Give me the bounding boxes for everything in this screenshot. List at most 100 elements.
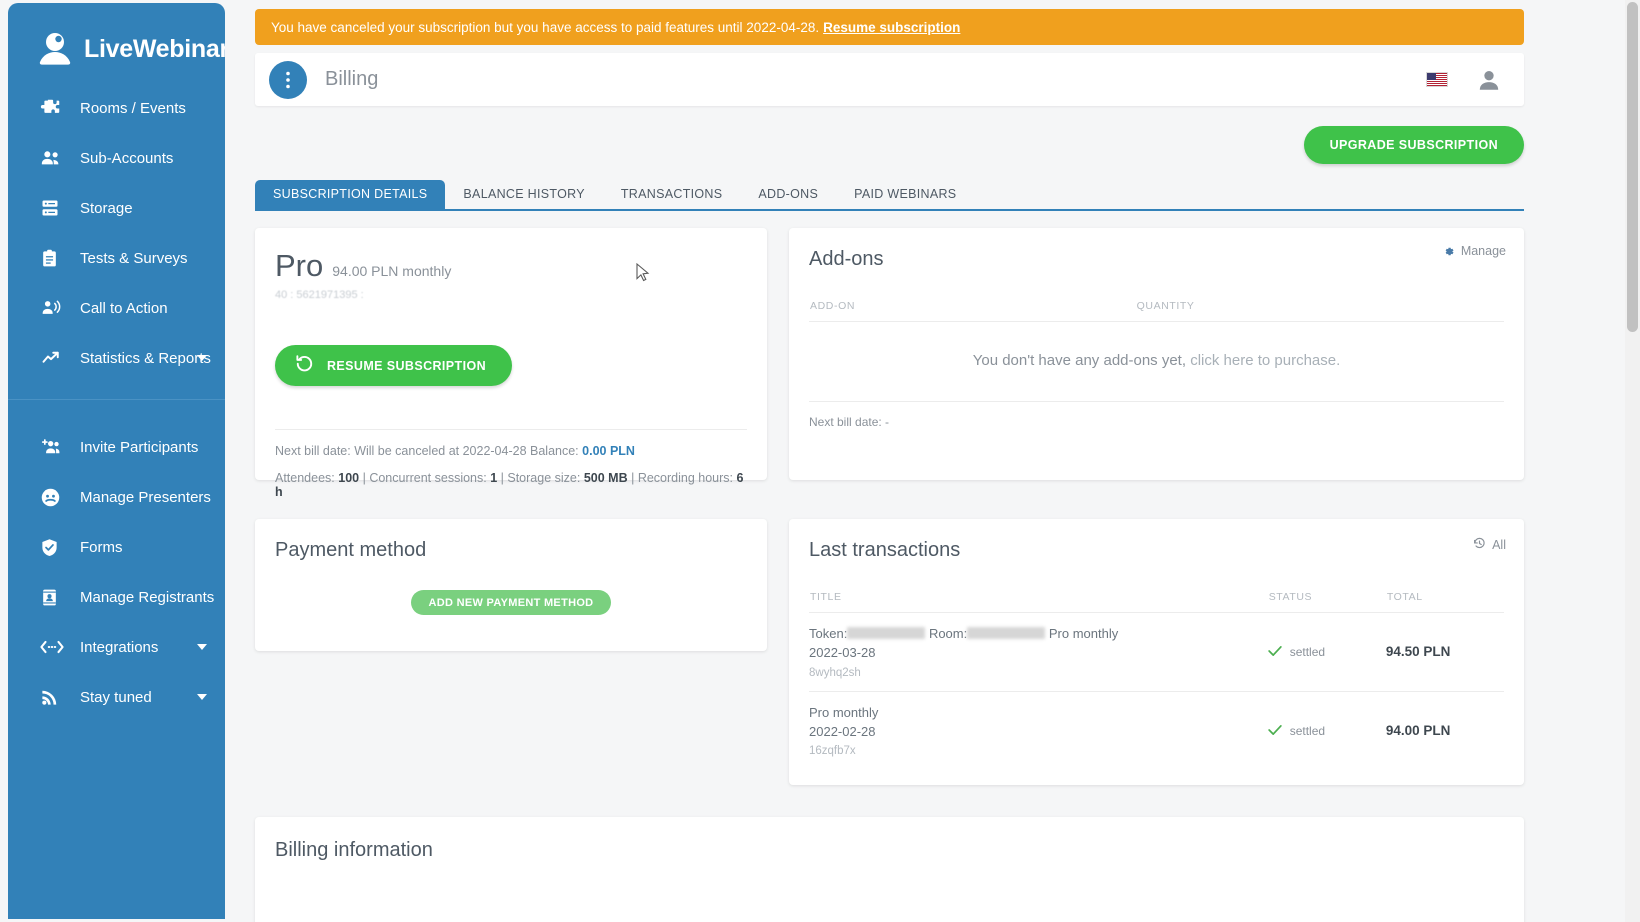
livewebinar-logo-icon [35,29,75,69]
tx-plan-label: Pro monthly [1048,626,1119,641]
mouse-cursor [636,262,650,283]
status-badge: settled [1267,723,1386,739]
tx-room-label: Room: [928,626,968,641]
user-plus-icon [40,436,66,458]
sidebar-nav-secondary: Invite Participants Manage Presenters Fo… [8,399,225,722]
attendees-value: 100 [338,471,360,485]
addons-purchase-link[interactable]: click here to purchase. [1190,352,1340,369]
megaphone-icon [40,297,66,319]
sidebar-item-stay-tuned[interactable]: Stay tuned [8,672,225,722]
plan-name: Pro [275,248,324,283]
tab-balance-history[interactable]: BALANCE HISTORY [445,180,602,209]
add-payment-method-button[interactable]: ADD NEW PAYMENT METHOD [410,590,612,615]
alert-text: You have canceled your subscription but … [271,19,820,35]
tab-transactions[interactable]: TRANSACTIONS [603,180,741,209]
upgrade-subscription-button[interactable]: UPGRADE SUBSCRIPTION [1303,126,1524,164]
payment-method-title: Payment method [275,539,427,561]
last-transactions-card: Last transactions All TITLE STATUS TOTAL… [789,519,1524,786]
id-card-icon [40,586,66,608]
sidebar-item-forms[interactable]: Forms [8,522,225,572]
concurrent-value: 1 [490,471,498,485]
tx-title: Token: Room: Pro monthly [809,625,1268,644]
transactions-table: TITLE STATUS TOTAL Token: Room: Pro mont… [809,590,1504,769]
scrollbar-thumb[interactable] [1627,2,1638,332]
sidebar-item-tests-surveys[interactable]: Tests & Surveys [8,233,225,283]
transactions-header-row: TITLE STATUS TOTAL [809,590,1504,613]
tx-id: 8wyhq2sh [809,666,861,679]
concurrent-label: | Concurrent sessions: [362,471,487,485]
sidebar-item-integrations[interactable]: Integrations [8,622,225,672]
rss-icon [40,686,66,708]
resume-subscription-button[interactable]: RESUME SUBSCRIPTION [275,345,513,386]
sidebar-item-label: Statistics & Reports [80,349,211,367]
storage-value: 500 MB [583,471,628,485]
tx-status-cell: settled [1267,612,1386,692]
us-flag-icon[interactable] [1426,72,1448,87]
sidebar-item-label: Tests & Surveys [80,249,188,267]
presenter-icon [40,486,66,508]
billing-information-card: Billing information [255,817,1524,922]
check-icon [1267,644,1282,660]
user-avatar-icon[interactable] [1476,67,1502,93]
sidebar-item-sub-accounts[interactable]: Sub-Accounts [8,133,225,183]
table-row[interactable]: Token: Room: Pro monthly 2022-03-28 8wyh… [809,612,1504,692]
view-all-transactions-link[interactable]: All [1473,537,1506,553]
plan-id: 40 : 5621971395 : [275,289,364,301]
right-column: Add-ons Manage ADD-ON QUANTITY You don't… [789,228,1524,786]
sidebar-nav-primary: Rooms / Events Sub-Accounts Storage Test… [8,69,225,383]
plan-limits: Attendees: 100 | Concurrent sessions: 1 … [275,458,747,499]
status-label: settled [1289,644,1326,659]
sidebar-item-label: Integrations [80,638,159,656]
sidebar-item-storage[interactable]: Storage [8,183,225,233]
page-scrollbar[interactable] [1625,0,1640,922]
brand-name: LiveWebinar [84,34,225,63]
resume-subscription-label: RESUME SUBSCRIPTION [327,358,487,373]
storage-label: | Storage size: [500,471,581,485]
sidebar-item-label: Invite Participants [80,438,199,456]
server-icon [40,197,66,219]
sidebar-item-label: Rooms / Events [80,99,186,117]
sidebar-item-statistics-reports[interactable]: Statistics & Reports [8,333,225,383]
check-icon [1267,723,1282,739]
addons-empty-message: You don't have any add-ons yet, click he… [809,322,1504,402]
manage-addons-label: Manage [1460,244,1506,258]
sidebar-item-label: Manage Presenters [80,488,211,506]
tx-id: 16zqfb7x [809,745,856,758]
code-arrows-icon [40,636,66,658]
plan-price: 94.00 PLN monthly [332,263,452,279]
sidebar-item-label: Forms [80,538,123,556]
tab-paid-webinars[interactable]: PAID WEBINARS [836,180,974,209]
plan-balance-value: 0.00 PLN [582,444,635,458]
sidebar-item-manage-presenters[interactable]: Manage Presenters [8,472,225,522]
shield-check-icon [40,536,66,558]
subscription-plan-card: Pro 94.00 PLN monthly 40 : 5621971395 : … [255,228,767,499]
addons-next-bill: Next bill date: - [809,415,890,429]
brand-logo[interactable]: LiveWebinar [8,3,225,69]
kebab-menu-icon[interactable] [269,60,307,99]
table-row[interactable]: Pro monthly 2022-02-28 16zqfb7x settled … [809,691,1504,769]
sidebar-item-label: Call to Action [80,299,168,317]
trending-up-icon [40,347,66,369]
chevron-down-icon[interactable] [197,355,207,361]
addons-empty-text: You don't have any add-ons yet, [972,352,1187,369]
topbar-right-actions [1426,67,1502,93]
tab-add-ons[interactable]: ADD-ONS [740,180,836,209]
sidebar-item-label: Storage [80,199,133,217]
page-topbar: Billing [255,53,1524,106]
tx-col-title: TITLE [809,590,1268,613]
chevron-down-icon[interactable] [197,694,207,700]
tab-subscription-details[interactable]: SUBSCRIPTION DETAILS [255,180,446,209]
manage-addons-link[interactable]: Manage [1442,244,1506,258]
sidebar-item-manage-registrants[interactable]: Manage Registrants [8,572,225,622]
sidebar-item-invite-participants[interactable]: Invite Participants [8,422,225,472]
tx-room-redacted [967,627,1046,639]
chevron-down-icon[interactable] [197,644,207,650]
addons-table-header-row: ADD-ON QUANTITY [809,299,1504,322]
sidebar-item-call-to-action[interactable]: Call to Action [8,283,225,333]
billing-information-title: Billing information [275,839,433,862]
page-title: Billing [325,68,379,90]
transactions-title: Last transactions [809,539,961,561]
resume-subscription-link[interactable]: Resume subscription [823,20,960,35]
plan-header: Pro 94.00 PLN monthly [275,248,747,284]
sidebar-item-rooms-events[interactable]: Rooms / Events [8,83,225,133]
